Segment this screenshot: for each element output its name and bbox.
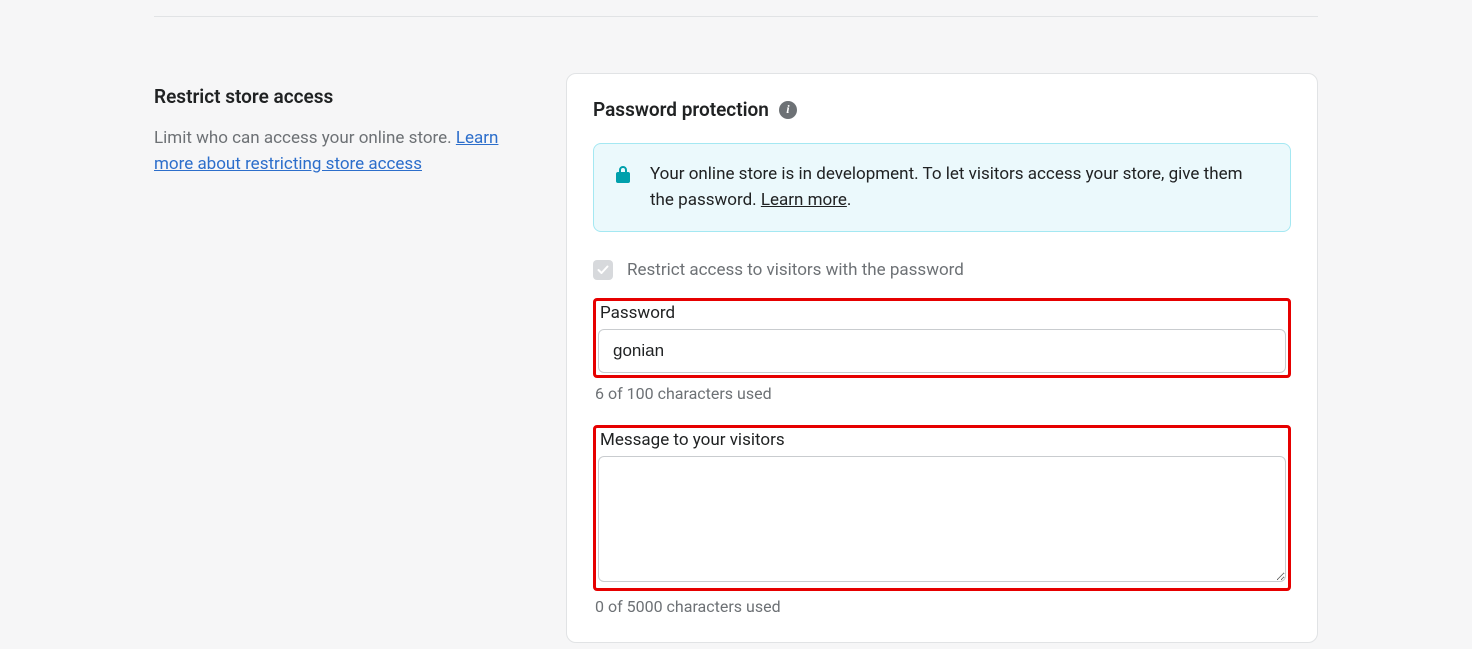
restrict-checkbox-row: Restrict access to visitors with the pas… [593,260,1291,280]
banner-message: Your online store is in development. To … [650,164,1243,210]
password-highlight: Password [593,298,1291,378]
section-description: Limit who can access your online store. … [154,126,534,177]
card-header: Password protection i [593,98,1291,121]
section-title: Restrict store access [154,85,534,108]
restrict-checkbox[interactable] [593,260,613,280]
banner-learn-more-link[interactable]: Learn more [761,190,847,210]
info-banner: Your online store is in development. To … [593,143,1291,232]
info-icon[interactable]: i [779,101,797,119]
password-help: 6 of 100 characters used [593,384,1291,403]
banner-text: Your online store is in development. To … [650,162,1270,213]
section-description-text: Limit who can access your online store. [154,128,456,148]
restrict-checkbox-label: Restrict access to visitors with the pas… [627,260,964,280]
message-help: 0 of 5000 characters used [593,597,1291,616]
card-title: Password protection [593,98,769,121]
settings-section: Restrict store access Limit who can acce… [154,17,1318,643]
lock-icon [614,164,632,213]
section-sidebar: Restrict store access Limit who can acce… [154,73,534,177]
message-highlight: Message to your visitors [593,425,1291,591]
password-protection-card: Password protection i Your online store … [566,73,1318,643]
password-input[interactable] [598,329,1286,373]
message-textarea[interactable] [598,456,1286,582]
message-label: Message to your visitors [598,430,1286,450]
password-label: Password [598,303,1286,323]
